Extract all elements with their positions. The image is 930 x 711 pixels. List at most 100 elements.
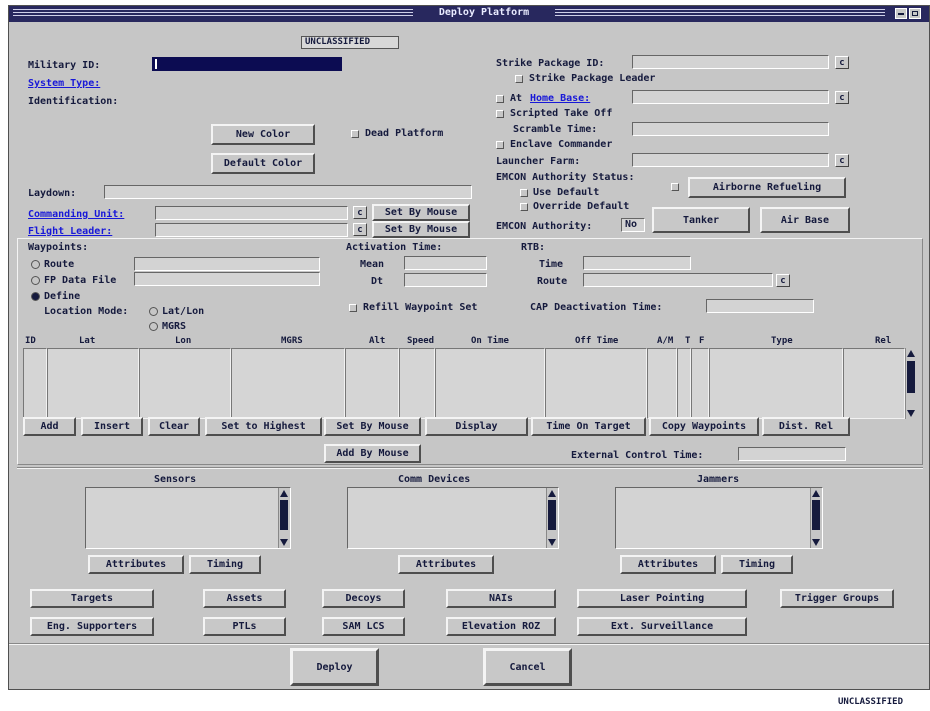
home-base-c-button[interactable]: c <box>835 91 849 104</box>
home-base-link[interactable]: Home Base: <box>530 93 590 105</box>
enclave-commander-checkbox[interactable] <box>496 141 504 149</box>
dt-field[interactable] <box>404 273 487 287</box>
at-home-base-checkbox[interactable] <box>496 95 504 103</box>
lat-column[interactable] <box>47 348 139 419</box>
id-column[interactable] <box>23 348 47 419</box>
ext-surveillance-button[interactable]: Ext. Surveillance <box>577 617 747 636</box>
new-color-button[interactable]: New Color <box>211 124 315 145</box>
lat-lon-radio[interactable] <box>149 307 158 316</box>
waypoint-table-scrollbar[interactable] <box>905 348 917 419</box>
decoys-button[interactable]: Decoys <box>322 589 405 608</box>
add-waypoint-button[interactable]: Add <box>23 417 76 436</box>
scroll-thumb[interactable] <box>907 361 915 393</box>
alt-column[interactable] <box>345 348 399 419</box>
scroll-down-arrow-icon[interactable] <box>907 410 915 417</box>
speed-column[interactable] <box>399 348 435 419</box>
type-column[interactable] <box>709 348 843 419</box>
refill-waypoint-set-checkbox[interactable] <box>349 304 357 312</box>
mgrs-column[interactable] <box>231 348 345 419</box>
f-column[interactable] <box>691 348 709 419</box>
lon-column[interactable] <box>139 348 231 419</box>
air-base-button[interactable]: Air Base <box>760 207 850 233</box>
jammers-scroll-down-icon[interactable] <box>812 539 820 546</box>
laydown-field[interactable] <box>104 185 472 199</box>
strike-package-c-button[interactable]: c <box>835 56 849 69</box>
launcher-farm-field[interactable] <box>632 153 829 167</box>
jammers-scrollbar[interactable] <box>810 488 822 548</box>
flight-leader-set-by-mouse-button[interactable]: Set By Mouse <box>372 221 470 238</box>
comm-devices-list[interactable] <box>347 487 559 549</box>
jammers-list[interactable] <box>615 487 823 549</box>
sensors-timing-button[interactable]: Timing <box>189 555 261 574</box>
rtb-route-field[interactable] <box>583 273 773 287</box>
t-column[interactable] <box>677 348 691 419</box>
mean-field[interactable] <box>404 256 487 270</box>
fp-data-file-field[interactable] <box>134 272 320 286</box>
airborne-refueling-button[interactable]: Airborne Refueling <box>688 177 846 198</box>
waypoint-table[interactable]: ID Lat Lon MGRS Alt Speed On Time Off Ti… <box>23 336 919 420</box>
ptls-button[interactable]: PTLs <box>203 617 286 636</box>
dist-rel-button[interactable]: Dist. Rel <box>762 417 850 436</box>
targets-button[interactable]: Targets <box>30 589 154 608</box>
flight-leader-link[interactable]: Flight Leader: <box>28 226 112 238</box>
scroll-up-arrow-icon[interactable] <box>907 350 915 357</box>
cap-deactivation-time-field[interactable] <box>706 299 814 313</box>
rtb-route-c-button[interactable]: c <box>776 274 790 287</box>
trigger-groups-button[interactable]: Trigger Groups <box>780 589 894 608</box>
scripted-take-off-checkbox[interactable] <box>496 110 504 118</box>
mgrs-radio[interactable] <box>149 322 158 331</box>
emcon-authority-field[interactable]: No <box>621 218 645 232</box>
sensors-scroll-thumb[interactable] <box>280 500 288 530</box>
clear-waypoints-button[interactable]: Clear <box>148 417 200 436</box>
strike-package-id-field[interactable] <box>632 55 829 69</box>
tanker-button[interactable]: Tanker <box>652 207 750 233</box>
override-default-checkbox[interactable] <box>520 203 528 211</box>
strike-package-leader-checkbox[interactable] <box>515 75 523 83</box>
insert-waypoint-button[interactable]: Insert <box>81 417 143 436</box>
am-column[interactable] <box>647 348 677 419</box>
maximize-icon[interactable] <box>909 8 921 19</box>
title-bar[interactable]: Deploy Platform <box>9 6 929 22</box>
external-control-time-field[interactable] <box>738 447 846 461</box>
time-on-target-button[interactable]: Time On Target <box>531 417 646 436</box>
system-type-link[interactable]: System Type: <box>28 78 100 90</box>
deploy-button[interactable]: Deploy <box>290 648 379 686</box>
airborne-refueling-checkbox[interactable] <box>671 183 679 191</box>
sensors-scrollbar[interactable] <box>278 488 290 548</box>
commanding-unit-link[interactable]: Commanding Unit: <box>28 209 124 221</box>
rtb-time-field[interactable] <box>583 256 691 270</box>
comm-attributes-button[interactable]: Attributes <box>398 555 494 574</box>
sensors-scroll-up-icon[interactable] <box>280 490 288 497</box>
sensors-list[interactable] <box>85 487 291 549</box>
on-time-column[interactable] <box>435 348 545 419</box>
copy-waypoints-button[interactable]: Copy Waypoints <box>649 417 759 436</box>
home-base-field[interactable] <box>632 90 829 104</box>
jammers-attributes-button[interactable]: Attributes <box>620 555 716 574</box>
cancel-button[interactable]: Cancel <box>483 648 572 686</box>
route-field[interactable] <box>134 257 320 271</box>
flight-leader-field[interactable] <box>155 223 348 237</box>
rel-column[interactable] <box>843 348 905 419</box>
sensors-scroll-down-icon[interactable] <box>280 539 288 546</box>
add-by-mouse-button[interactable]: Add By Mouse <box>324 444 421 463</box>
commanding-unit-field[interactable] <box>155 206 348 220</box>
launcher-farm-c-button[interactable]: c <box>835 154 849 167</box>
sam-lcs-button[interactable]: SAM LCS <box>322 617 405 636</box>
comm-scroll-down-icon[interactable] <box>548 539 556 546</box>
minimize-icon[interactable] <box>895 8 907 19</box>
elevation-roz-button[interactable]: Elevation ROZ <box>446 617 556 636</box>
set-to-highest-button[interactable]: Set to Highest <box>205 417 322 436</box>
waypoint-set-by-mouse-button[interactable]: Set By Mouse <box>324 417 421 436</box>
comm-devices-scrollbar[interactable] <box>546 488 558 548</box>
route-radio[interactable] <box>31 260 40 269</box>
eng-supporters-button[interactable]: Eng. Supporters <box>30 617 154 636</box>
dead-platform-checkbox[interactable] <box>351 130 359 138</box>
flight-leader-c-button[interactable]: c <box>353 223 367 236</box>
define-radio[interactable] <box>31 292 40 301</box>
off-time-column[interactable] <box>545 348 647 419</box>
comm-scroll-up-icon[interactable] <box>548 490 556 497</box>
jammers-scroll-thumb[interactable] <box>812 500 820 530</box>
commanding-unit-c-button[interactable]: c <box>353 206 367 219</box>
comm-scroll-thumb[interactable] <box>548 500 556 530</box>
display-button[interactable]: Display <box>425 417 528 436</box>
